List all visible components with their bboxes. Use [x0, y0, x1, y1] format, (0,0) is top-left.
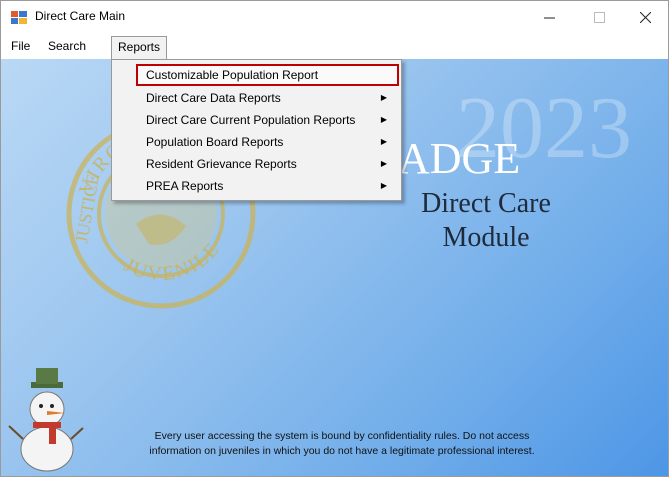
submenu-arrow-icon: ▶: [380, 137, 387, 146]
title-bar: Direct Care Main: [1, 1, 668, 33]
submenu-arrow-icon: ▶: [380, 181, 387, 190]
maximize-button[interactable]: [576, 1, 622, 33]
menu-search[interactable]: Search: [42, 36, 92, 56]
menu-item-prea-reports[interactable]: PREA Reports ▶: [136, 175, 399, 197]
minimize-button[interactable]: [526, 1, 572, 33]
window-title: Direct Care Main: [35, 9, 126, 23]
menu-item-label: Population Board Reports: [146, 135, 284, 149]
minimize-icon: [543, 17, 555, 18]
close-icon: [639, 11, 651, 23]
menu-bar: File Search Reports: [1, 33, 668, 60]
submenu-arrow-icon: ▶: [380, 93, 387, 102]
app-icon: [11, 11, 27, 24]
maximize-icon: [593, 11, 605, 23]
close-button[interactable]: [622, 1, 668, 33]
menu-item-label: Direct Care Current Population Reports: [146, 113, 356, 127]
menu-item-resident-grievance-reports[interactable]: Resident Grievance Reports ▶: [136, 153, 399, 175]
menu-item-label: Direct Care Data Reports: [146, 91, 281, 105]
menu-item-label: Resident Grievance Reports: [146, 157, 297, 171]
reports-dropdown-menu: Customizable Population Report Direct Ca…: [111, 59, 402, 201]
menu-item-label: PREA Reports: [146, 179, 224, 193]
menu-item-direct-care-current-population-reports[interactable]: Direct Care Current Population Reports ▶: [136, 109, 399, 131]
snowman-image: [8, 368, 84, 472]
menu-item-direct-care-data-reports[interactable]: Direct Care Data Reports ▶: [136, 87, 399, 109]
product-name: ADGE: [398, 134, 521, 183]
submenu-arrow-icon: ▶: [380, 159, 387, 168]
menu-item-customizable-population-report[interactable]: Customizable Population Report: [136, 64, 399, 86]
menu-file[interactable]: File: [5, 36, 36, 56]
menu-item-population-board-reports[interactable]: Population Board Reports ▶: [136, 131, 399, 153]
submenu-arrow-icon: ▶: [380, 115, 387, 124]
module-title-line2: Module: [442, 222, 530, 253]
confidentiality-notice: Every user accessing the system is bound…: [149, 430, 535, 457]
main-window: Direct Care Main File Search Reports VIR…: [0, 0, 669, 477]
menu-gutter: [112, 60, 136, 200]
menu-item-label: Customizable Population Report: [146, 68, 319, 82]
menu-reports[interactable]: Reports: [111, 36, 168, 60]
